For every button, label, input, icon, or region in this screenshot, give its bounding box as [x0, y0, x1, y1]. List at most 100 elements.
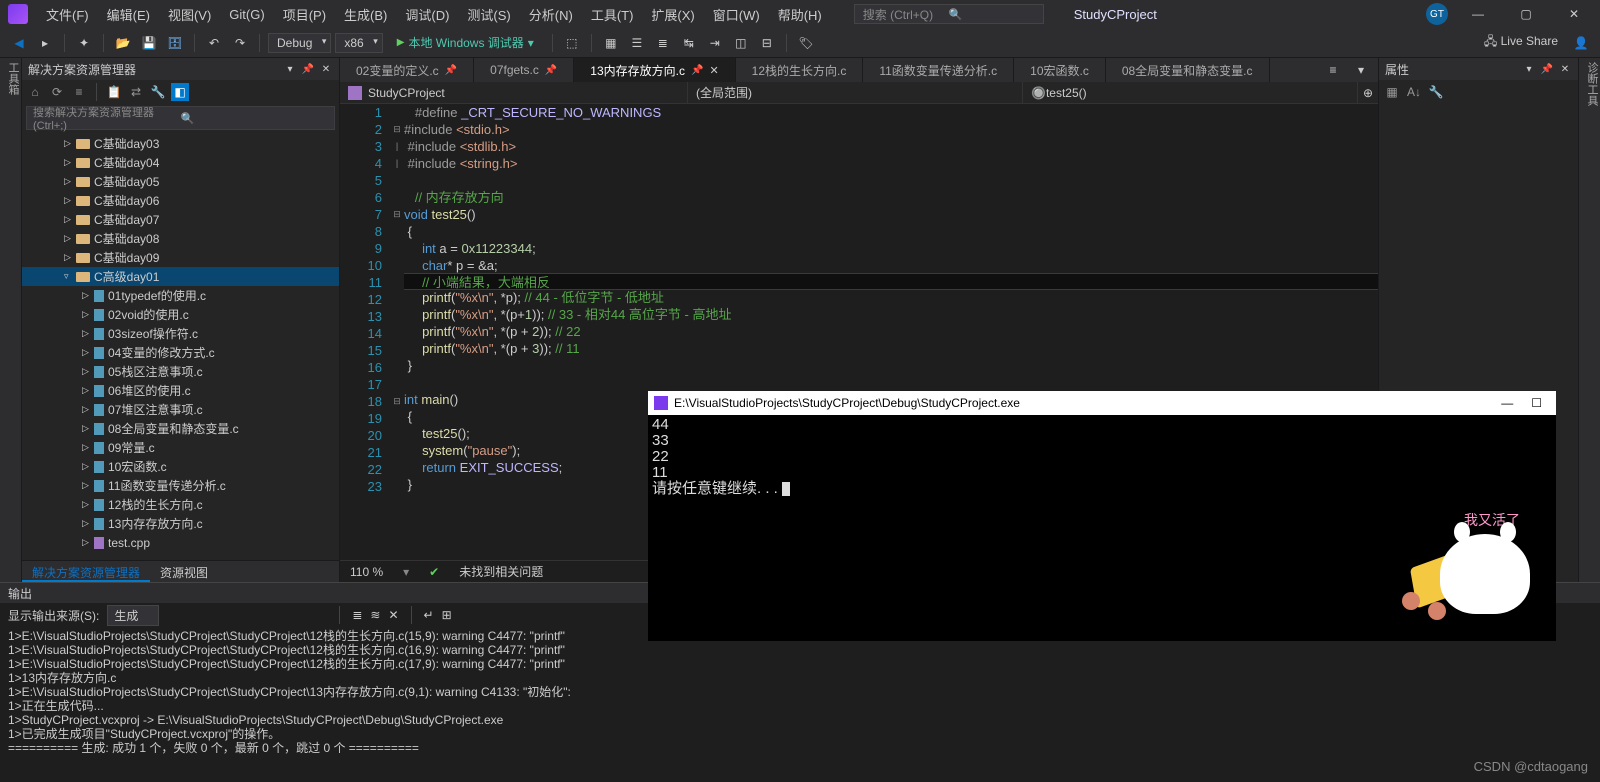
menu-帮助(H)[interactable]: 帮助(H)	[772, 2, 828, 27]
run-debugger-button[interactable]: ▶ 本地 Windows 调试器 ▾	[387, 32, 544, 53]
out-icon-2[interactable]: ≋	[370, 608, 380, 622]
prop-icon[interactable]: 🔧	[1427, 83, 1445, 101]
console-minimize[interactable]: —	[1501, 396, 1513, 410]
tab-overflow-icon[interactable]: ≡	[1322, 59, 1344, 81]
menu-调试(D)[interactable]: 调试(D)	[399, 2, 455, 27]
editor-tab[interactable]: 13内存存放方向.c 📌 ✕	[574, 58, 735, 82]
home-icon[interactable]: ⌂	[26, 83, 44, 101]
tree-item[interactable]: ▿C高级day01	[22, 267, 339, 286]
menu-分析(N)[interactable]: 分析(N)	[523, 2, 579, 27]
tb-icon-8[interactable]: ⊟	[756, 32, 778, 54]
nav-scope-dropdown[interactable]: (全局范围)	[688, 82, 1023, 103]
left-toolbox-tab[interactable]: 工具箱	[0, 58, 22, 582]
properties-icon[interactable]: 🔧	[149, 83, 167, 101]
menu-视图(V)[interactable]: 视图(V)	[162, 2, 217, 27]
tb-icon-2[interactable]: ▦	[600, 32, 622, 54]
menu-Git(G)[interactable]: Git(G)	[223, 4, 270, 25]
redo-icon[interactable]: ↷	[229, 32, 251, 54]
tree-item[interactable]: ▷01typedef的使用.c	[22, 286, 339, 305]
out-icon-4[interactable]: ↵	[424, 608, 434, 622]
sync-icon[interactable]: ⇄	[127, 83, 145, 101]
tb-icon-6[interactable]: ⇥	[704, 32, 726, 54]
editor-tab[interactable]: 10宏函数.c	[1014, 58, 1106, 82]
output-content[interactable]: 1>E:\VisualStudioProjects\StudyCProject\…	[0, 627, 1600, 782]
tb-icon-9[interactable]: 🏷	[795, 32, 817, 54]
open-icon[interactable]: 📂	[112, 32, 134, 54]
close-button[interactable]: ✕	[1556, 2, 1592, 26]
panel-close-icon[interactable]: ✕	[319, 62, 333, 76]
tree-item[interactable]: ▷13内存存放方向.c	[22, 514, 339, 533]
admin-icon[interactable]: 👤	[1570, 32, 1592, 54]
editor-tab[interactable]: 02变量的定义.c 📌	[340, 58, 474, 82]
pin-icon[interactable]: 📌	[301, 62, 315, 76]
undo-icon[interactable]: ↶	[203, 32, 225, 54]
save-all-icon[interactable]: 🗄	[164, 32, 186, 54]
categorized-icon[interactable]: ▦	[1383, 83, 1401, 101]
tree-item[interactable]: ▷05栈区注意事项.c	[22, 362, 339, 381]
menu-编辑(E)[interactable]: 编辑(E)	[101, 2, 156, 27]
show-all-icon[interactable]: 📋	[105, 83, 123, 101]
tb-icon-7[interactable]: ◫	[730, 32, 752, 54]
pin-icon[interactable]: 📌	[445, 65, 457, 76]
liveshare-button[interactable]: 🖧 Live Share	[1476, 32, 1566, 53]
output-source-dropdown[interactable]: 生成	[107, 605, 159, 626]
tree-item[interactable]: ▷C基础day04	[22, 153, 339, 172]
panel-dropdown-icon[interactable]: ▾	[1522, 62, 1536, 76]
menu-工具(T)[interactable]: 工具(T)	[585, 2, 640, 27]
pin-icon[interactable]: 📌	[691, 65, 703, 76]
nav-back-icon[interactable]: ◀	[8, 32, 30, 54]
menu-生成(B)[interactable]: 生成(B)	[338, 2, 393, 27]
pin-icon[interactable]: 📌	[545, 65, 557, 76]
editor-tab[interactable]: 08全局变量和静态变量.c	[1106, 58, 1270, 82]
tree-item[interactable]: ▷C基础day08	[22, 229, 339, 248]
split-icon[interactable]: ⊕	[1358, 82, 1378, 103]
minimize-button[interactable]: —	[1460, 2, 1496, 26]
menu-测试(S)[interactable]: 测试(S)	[461, 2, 516, 27]
menu-扩展(X)[interactable]: 扩展(X)	[645, 2, 700, 27]
alpha-icon[interactable]: A↓	[1405, 83, 1423, 101]
menu-项目(P)[interactable]: 项目(P)	[277, 2, 332, 27]
tree-item[interactable]: ▷09常量.c	[22, 438, 339, 457]
menu-文件(F)[interactable]: 文件(F)	[40, 2, 95, 27]
save-icon[interactable]: 💾	[138, 32, 160, 54]
user-avatar[interactable]: GT	[1426, 3, 1448, 25]
tree-item[interactable]: ▷02void的使用.c	[22, 305, 339, 324]
console-maximize[interactable]: ☐	[1531, 396, 1542, 410]
tree-item[interactable]: ▷07堆区注意事项.c	[22, 400, 339, 419]
out-icon-3[interactable]: ✕	[388, 608, 398, 622]
console-titlebar[interactable]: E:\VisualStudioProjects\StudyCProject\De…	[648, 391, 1556, 415]
tree-item[interactable]: ▷03sizeof操作符.c	[22, 324, 339, 343]
config-dropdown[interactable]: Debug	[268, 33, 331, 53]
new-file-icon[interactable]: ✦	[73, 32, 95, 54]
refresh-icon[interactable]: ⟳	[48, 83, 66, 101]
global-search-input[interactable]: 搜索 (Ctrl+Q)🔍	[854, 4, 1044, 24]
tree-item[interactable]: ▷08全局变量和静态变量.c	[22, 419, 339, 438]
tab-menu-icon[interactable]: ▾	[1350, 59, 1372, 81]
nav-member-dropdown[interactable]: 🔘 test25()	[1023, 82, 1358, 103]
tree-item[interactable]: ▷04变量的修改方式.c	[22, 343, 339, 362]
close-icon[interactable]: ✕	[709, 64, 718, 77]
tb-icon-1[interactable]: ⬚	[561, 32, 583, 54]
tree-item[interactable]: ▷06堆区的使用.c	[22, 381, 339, 400]
solution-search-input[interactable]: 搜索解决方案资源管理器(Ctrl+;)🔍	[26, 106, 335, 130]
tree-item[interactable]: ▷C基础day07	[22, 210, 339, 229]
editor-tab[interactable]: 07fgets.c 📌	[474, 58, 574, 82]
nav-project-dropdown[interactable]: StudyCProject	[340, 82, 688, 103]
tree-item[interactable]: ▷10宏函数.c	[22, 457, 339, 476]
editor-tab[interactable]: 11函数变量传递分析.c	[863, 58, 1014, 82]
zoom-level[interactable]: 110 %	[350, 565, 383, 579]
out-icon-5[interactable]: ⊞	[442, 608, 452, 622]
editor-tab[interactable]: 12栈的生长方向.c	[736, 58, 864, 82]
tab-solution-explorer[interactable]: 解决方案资源管理器	[22, 561, 150, 582]
nav-fwd-icon[interactable]: ▸	[34, 32, 56, 54]
panel-close-icon[interactable]: ✕	[1558, 62, 1572, 76]
tree-item[interactable]: ▷C基础day09	[22, 248, 339, 267]
tree-item[interactable]: ▷12栈的生长方向.c	[22, 495, 339, 514]
pin-icon[interactable]: 📌	[1540, 62, 1554, 76]
tree-item[interactable]: ▷11函数变量传递分析.c	[22, 476, 339, 495]
tree-item[interactable]: ▷C基础day05	[22, 172, 339, 191]
tree-item[interactable]: ▷C基础day06	[22, 191, 339, 210]
tab-resource-view[interactable]: 资源视图	[150, 561, 218, 582]
tb-icon-3[interactable]: ☰	[626, 32, 648, 54]
platform-dropdown[interactable]: x86	[335, 33, 382, 53]
